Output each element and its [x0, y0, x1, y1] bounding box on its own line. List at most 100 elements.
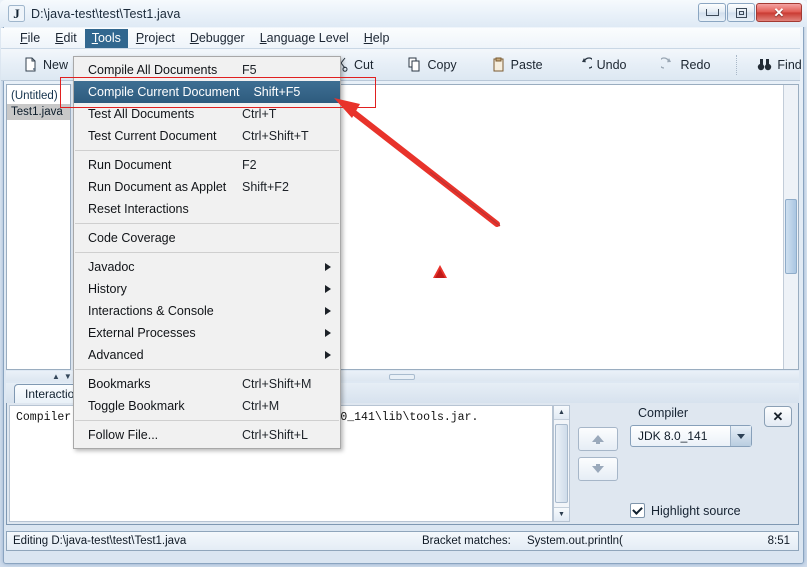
menu-separator [75, 150, 339, 151]
chevron-down-icon [592, 464, 604, 473]
scrollbar-thumb[interactable] [785, 198, 797, 275]
highlight-source-checkbox[interactable] [630, 503, 645, 518]
binoculars-icon [757, 57, 772, 72]
menu-item-external-processes[interactable]: External Processes [74, 322, 340, 344]
toolbar-label: Redo [680, 57, 711, 72]
chevron-up-icon [592, 435, 604, 444]
compiler-selected-value: JDK 8.0_141 [638, 429, 708, 443]
compiler-controls: Compiler ✕ JDK 8.0_141 Highlight source [572, 403, 798, 524]
menu-item-label: Run Document as Applet [88, 180, 227, 194]
menu-file[interactable]: File [13, 29, 47, 48]
list-item[interactable]: Test1.java [7, 104, 70, 120]
scroll-down-icon[interactable]: ▼ [554, 507, 569, 521]
status-bar: Editing D:\java-test\test\Test1.java Bra… [6, 531, 799, 551]
menu-item-compile-all-documents[interactable]: Compile All Documents F5 [74, 59, 340, 81]
compiler-select[interactable]: JDK 8.0_141 [630, 425, 752, 447]
menu-item-accelerator: Ctrl+M [242, 399, 280, 413]
maximize-button[interactable] [727, 3, 755, 22]
menu-item-accelerator: F5 [242, 63, 257, 77]
menu-edit[interactable]: Edit [48, 29, 84, 48]
menu-item-label: Compile Current Document [88, 85, 240, 99]
submenu-arrow-icon [325, 285, 331, 293]
menu-item-history[interactable]: History [74, 278, 340, 300]
menu-item-run-document-as-applet[interactable]: Run Document as Applet Shift+F2 [74, 176, 340, 198]
editor-vertical-scrollbar[interactable] [783, 85, 798, 369]
nav-down-button[interactable] [578, 457, 618, 481]
status-bracket-label: Bracket matches: [422, 535, 511, 547]
menu-item-test-current-document[interactable]: Test Current Document Ctrl+Shift+T [74, 125, 340, 147]
minimize-button[interactable] [698, 3, 726, 22]
clipboard-icon [491, 57, 506, 72]
menu-language-level[interactable]: Language Level [253, 29, 356, 48]
menu-item-label: Advanced [88, 348, 144, 362]
menu-item-javadoc[interactable]: Javadoc [74, 256, 340, 278]
menu-item-label: Compile All Documents [88, 63, 218, 77]
chevron-down-icon[interactable] [730, 426, 751, 446]
svg-text:J: J [13, 6, 20, 21]
menu-item-label: Test Current Document [88, 129, 217, 143]
menu-item-interactions-and-console[interactable]: Interactions & Console [74, 300, 340, 322]
menu-item-test-all-documents[interactable]: Test All Documents Ctrl+T [74, 103, 340, 125]
submenu-arrow-icon [325, 351, 331, 359]
menu-item-code-coverage[interactable]: Code Coverage [74, 227, 340, 249]
file-list[interactable]: (Untitled) Test1.java [6, 84, 71, 370]
menu-debugger[interactable]: Debugger [183, 29, 252, 48]
toolbar-label: Paste [510, 57, 543, 72]
minimize-icon [705, 9, 719, 16]
redo-arrow-icon [658, 57, 676, 72]
menu-item-label: Run Document [88, 158, 172, 172]
close-button[interactable]: ✕ [756, 3, 802, 22]
menu-help[interactable]: Help [357, 29, 397, 48]
menu-separator [75, 420, 339, 421]
scrollbar-track[interactable] [554, 420, 569, 507]
maximize-icon [735, 7, 747, 18]
menu-item-label: Follow File... [88, 428, 159, 442]
menu-item-advanced[interactable]: Advanced [74, 344, 340, 366]
nav-up-button[interactable] [578, 427, 618, 451]
menu-item-accelerator: F2 [242, 158, 257, 172]
drjava-icon: J [8, 5, 25, 22]
close-console-button[interactable]: ✕ [764, 406, 792, 427]
menu-item-follow-file[interactable]: Follow File... Ctrl+Shift+L [74, 424, 340, 446]
menu-tools[interactable]: Tools [84, 28, 128, 48]
splitter-grip[interactable] [389, 374, 415, 380]
tools-dropdown-menu[interactable]: Compile All Documents F5 Compile Current… [73, 56, 341, 449]
toolbar-copy-button[interactable]: Copy [399, 54, 464, 75]
menu-item-label: Code Coverage [88, 231, 176, 245]
console-scrollbar[interactable]: ▲ ▼ [553, 405, 570, 522]
menu-item-label: Reset Interactions [88, 202, 189, 216]
menu-item-label: External Processes [88, 326, 196, 340]
menu-item-label: Interactions & Console [88, 304, 214, 318]
highlight-source-option[interactable]: Highlight source [630, 503, 741, 518]
toolbar-redo-button[interactable]: Redo [653, 54, 719, 75]
list-item[interactable]: (Untitled) [7, 88, 70, 104]
toolbar-new-button[interactable]: New [15, 54, 76, 75]
toolbar-separator [736, 54, 738, 75]
application-window: J D:\java-test\test\Test1.java ✕ File Ed… [0, 0, 807, 567]
menu-item-accelerator: Shift+F2 [242, 180, 289, 194]
menu-project[interactable]: Project [129, 29, 182, 48]
menu-item-toggle-bookmark[interactable]: Toggle Bookmark Ctrl+M [74, 395, 340, 417]
title-bar[interactable]: J D:\java-test\test\Test1.java ✕ [0, 0, 807, 27]
highlight-source-label: Highlight source [651, 503, 741, 518]
menu-item-compile-current-document[interactable]: Compile Current Document Shift+F5 [74, 81, 340, 103]
toolbar-find-button[interactable]: Find [749, 54, 807, 75]
menu-item-reset-interactions[interactable]: Reset Interactions [74, 198, 340, 220]
toolbar-label: Cut [354, 57, 374, 72]
menu-item-run-document[interactable]: Run Document F2 [74, 154, 340, 176]
menu-separator [75, 223, 339, 224]
submenu-arrow-icon [325, 329, 331, 337]
menu-item-label: Toggle Bookmark [88, 399, 185, 413]
toolbar-label: New [43, 57, 69, 72]
menu-item-bookmarks[interactable]: Bookmarks Ctrl+Shift+M [74, 373, 340, 395]
window-title: D:\java-test\test\Test1.java [31, 6, 181, 21]
scroll-up-icon[interactable]: ▲ [554, 406, 569, 420]
close-icon: ✕ [772, 408, 784, 424]
scrollbar-thumb[interactable] [555, 424, 568, 503]
toolbar-label: Copy [427, 57, 457, 72]
toolbar-label: Undo [596, 57, 627, 72]
undo-arrow-icon [577, 57, 595, 72]
toolbar-paste-button[interactable]: Paste [483, 54, 551, 75]
toolbar-undo-button[interactable]: Undo [569, 54, 635, 75]
menu-item-accelerator: Ctrl+Shift+M [242, 377, 312, 391]
